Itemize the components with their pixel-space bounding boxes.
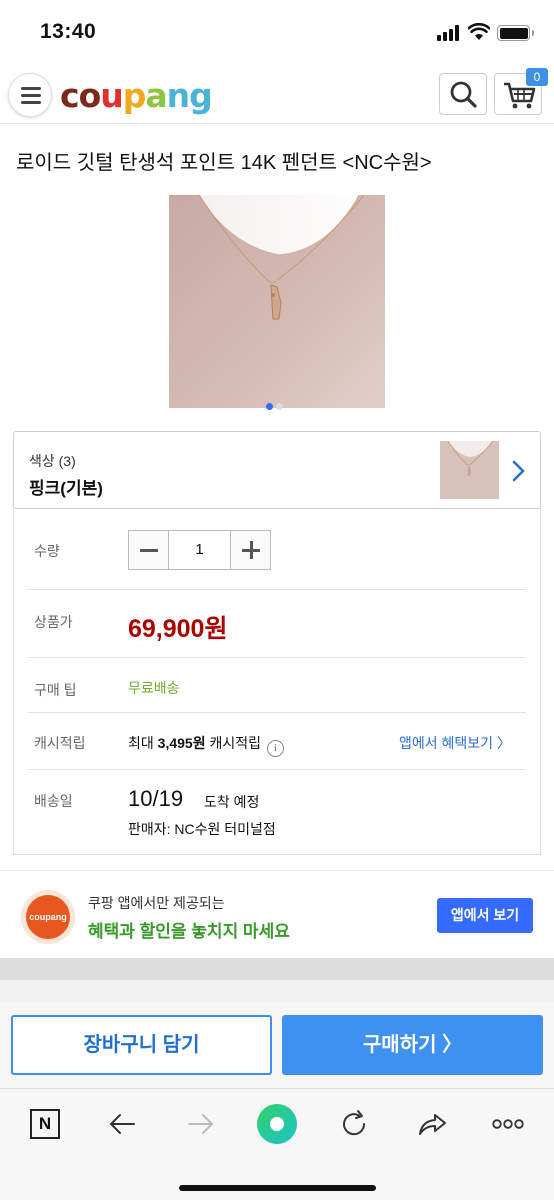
delivery-arrival: 도착 예정 xyxy=(204,794,260,810)
logo-letter: p xyxy=(122,76,147,115)
logo-letter: n xyxy=(166,76,190,115)
naver-home-button[interactable]: N xyxy=(28,1107,62,1141)
quantity-stepper: 1 xyxy=(128,530,271,570)
cash-suffix: 캐시적립 xyxy=(209,735,261,751)
promo-text-line1: 쿠팡 앱에서만 제공되는 xyxy=(88,895,225,911)
search-button[interactable] xyxy=(439,73,487,115)
quantity-label: 수량 xyxy=(34,543,60,559)
product-details: 수량 1 상품가 69,900원 구매 팁 무료배송 캐시적립 최대 3,495… xyxy=(13,508,541,855)
share-icon xyxy=(419,1114,446,1135)
quantity-decrease-button[interactable] xyxy=(129,531,169,569)
option-label: 색상 (3) xyxy=(29,453,76,469)
image-carousel-indicator xyxy=(266,397,286,415)
logo-letter: a xyxy=(145,76,167,115)
product-image[interactable] xyxy=(169,195,385,408)
coupang-logo[interactable]: coupang xyxy=(60,76,213,115)
green-dot-icon xyxy=(257,1104,297,1144)
seller-info: 판매자: NC수원 터미널점 xyxy=(128,821,276,837)
price-value: 69,900원 xyxy=(128,615,228,643)
promo-text-line2: 혜택과 할인을 놓치지 마세요 xyxy=(88,922,290,941)
share-button[interactable] xyxy=(415,1107,449,1141)
cart-count-badge: 0 xyxy=(526,68,548,86)
wifi-icon xyxy=(468,23,490,40)
divider xyxy=(28,589,526,590)
option-thumbnail xyxy=(440,441,499,499)
logo-letter: g xyxy=(189,76,213,115)
cash-amount: 3,495원 xyxy=(157,735,206,751)
carousel-dot[interactable] xyxy=(276,403,283,410)
forward-button[interactable] xyxy=(183,1107,217,1141)
n-icon: N xyxy=(30,1109,60,1139)
info-icon[interactable]: i xyxy=(267,740,284,757)
app-promo-banner: coupang 쿠팡 앱에서만 제공되는 혜택과 할인을 놓치지 마세요 앱에서… xyxy=(0,870,554,958)
green-dot-button[interactable] xyxy=(256,1103,298,1145)
browser-toolbar: N xyxy=(0,1088,554,1200)
logo-letter: c xyxy=(60,76,80,115)
buy-now-button[interactable]: 구매하기 〉 xyxy=(282,1015,543,1075)
section-divider xyxy=(0,980,554,1002)
purchase-action-bar: 장바구니 담기 구매하기 〉 xyxy=(0,1002,554,1088)
search-icon xyxy=(450,81,477,108)
chevron-right-icon xyxy=(512,460,525,482)
delivery-date: 10/19 xyxy=(128,786,184,811)
battery-icon xyxy=(497,25,534,41)
status-time: 13:40 xyxy=(40,20,97,43)
quantity-value[interactable]: 1 xyxy=(169,531,230,569)
carousel-dot-active[interactable] xyxy=(266,403,273,410)
cash-prefix: 최대 xyxy=(128,735,154,751)
purchase-tip-label: 구매 팁 xyxy=(34,682,77,698)
back-button[interactable] xyxy=(106,1107,140,1141)
app-benefit-link[interactable]: 앱에서 혜택보기 〉 xyxy=(399,733,511,753)
cash-reward-text: 최대 3,495원 캐시적립 i xyxy=(128,733,284,757)
divider xyxy=(28,712,526,713)
refresh-button[interactable] xyxy=(337,1107,371,1141)
menu-button[interactable] xyxy=(8,73,52,117)
divider xyxy=(28,769,526,770)
forward-arrow-icon xyxy=(188,1114,214,1134)
refresh-icon xyxy=(343,1110,366,1136)
divider xyxy=(28,657,526,658)
cash-reward-label: 캐시적립 xyxy=(34,735,86,751)
home-indicator xyxy=(179,1185,376,1191)
delivery-label: 배송일 xyxy=(34,793,73,809)
cellular-signal-icon xyxy=(437,25,463,41)
status-bar: 13:40 xyxy=(0,0,554,64)
more-button[interactable] xyxy=(491,1107,525,1141)
quantity-increase-button[interactable] xyxy=(230,531,270,569)
back-arrow-icon xyxy=(109,1114,135,1134)
section-divider xyxy=(0,958,554,980)
open-in-app-button[interactable]: 앱에서 보기 xyxy=(437,898,533,933)
price-label: 상품가 xyxy=(34,614,73,630)
logo-letter: o xyxy=(78,76,102,115)
coupang-app-logo: coupang xyxy=(26,895,70,939)
product-title: 로이드 깃털 탄생석 포인트 14K 펜던트 <NC수원> xyxy=(16,152,432,174)
hamburger-icon xyxy=(21,87,41,90)
more-icon xyxy=(492,1119,524,1129)
free-shipping-text: 무료배송 xyxy=(128,680,180,696)
add-to-cart-button[interactable]: 장바구니 담기 xyxy=(11,1015,272,1075)
logo-letter: u xyxy=(100,76,123,115)
site-header: coupang xyxy=(0,64,554,124)
option-value: 핑크(기본) xyxy=(29,479,103,498)
color-option-selector[interactable]: 색상 (3) 핑크(기본) xyxy=(13,431,541,509)
